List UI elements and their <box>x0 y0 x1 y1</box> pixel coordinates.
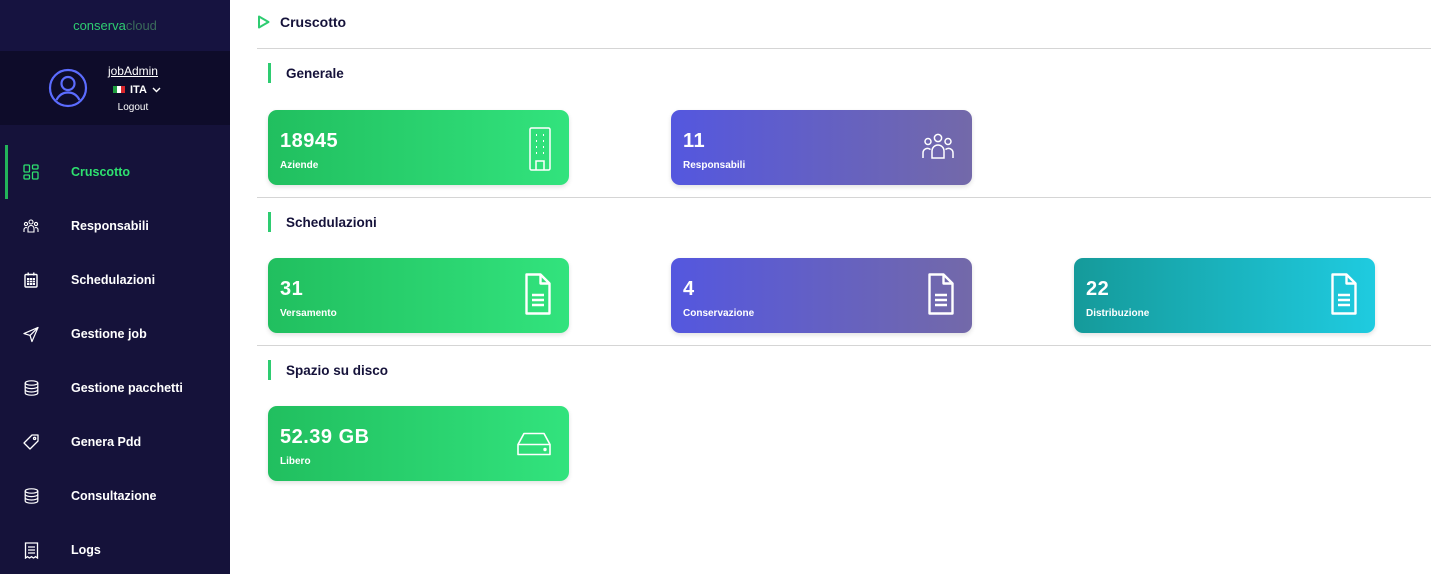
page-title: Cruscotto <box>280 14 347 30</box>
logout-link[interactable]: Logout <box>118 102 149 113</box>
card-label: Aziende <box>280 160 319 171</box>
send-icon <box>23 325 39 343</box>
document-icon <box>1331 273 1357 315</box>
sidebar-item-genera-pdd[interactable]: Genera Pdd <box>0 415 230 469</box>
card-responsabili[interactable]: 11 Responsabili <box>671 110 972 185</box>
sidebar-item-label: Schedulazioni <box>71 273 156 287</box>
card-spazio-libero[interactable]: 52.39 GB Libero <box>268 406 569 481</box>
section-divider <box>257 345 1431 346</box>
card-value: 11 <box>683 130 706 152</box>
card-value: 4 <box>683 278 695 300</box>
calendar-icon <box>23 271 39 289</box>
section-accent-bar <box>268 63 271 83</box>
sidebar-item-label: Gestione job <box>71 327 147 341</box>
card-conservazione[interactable]: 4 Conservazione <box>671 258 972 333</box>
sidebar-item-gestione-pacchetti[interactable]: Gestione pacchetti <box>0 361 230 415</box>
building-icon <box>529 127 551 171</box>
sidebar-item-responsabili[interactable]: Responsabili <box>0 199 230 253</box>
sidebar: conserva cloud jobAdmin ITA Logout Crusc… <box>0 0 230 574</box>
language-label: ITA <box>130 83 147 96</box>
section-title-spazio-disco: Spazio su disco <box>268 360 388 380</box>
card-versamento[interactable]: 31 Versamento <box>268 258 569 333</box>
sidebar-item-label: Cruscotto <box>71 165 131 179</box>
document-icon <box>928 273 954 315</box>
sidebar-item-schedulazioni[interactable]: Schedulazioni <box>0 253 230 307</box>
card-aziende[interactable]: 18945 Aziende <box>268 110 569 185</box>
sidebar-item-logs[interactable]: Logs <box>0 523 230 574</box>
section-title-schedulazioni: Schedulazioni <box>268 212 377 232</box>
sidebar-item-label: Logs <box>71 543 101 557</box>
brand-logo[interactable]: conserva cloud <box>0 0 230 51</box>
card-label: Conservazione <box>683 308 755 319</box>
sidebar-item-label: Responsabili <box>71 219 149 233</box>
card-label: Distribuzione <box>1086 308 1150 319</box>
receipt-icon <box>23 541 39 559</box>
chevron-down-icon <box>152 87 161 92</box>
section-title-text: Schedulazioni <box>286 214 377 230</box>
italy-flag-icon <box>113 86 125 93</box>
document-icon <box>525 273 551 315</box>
card-value: 31 <box>280 278 304 300</box>
section-title-text: Spazio su disco <box>286 362 389 378</box>
database-icon <box>23 487 39 505</box>
users-icon <box>23 217 39 235</box>
play-icon <box>258 15 270 29</box>
database-icon <box>23 379 39 397</box>
main-content: Cruscotto Generale 18945 Aziende 11 Resp… <box>230 0 1431 574</box>
user-panel: jobAdmin ITA Logout <box>0 51 230 125</box>
card-distribuzione[interactable]: 22 Distribuzione <box>1074 258 1375 333</box>
card-value: 18945 <box>280 130 339 152</box>
language-selector[interactable]: ITA <box>113 84 161 96</box>
brand-name-primary: conserva <box>73 18 126 33</box>
sidebar-item-cruscotto[interactable]: Cruscotto <box>0 145 230 199</box>
section-title-text: Generale <box>286 65 344 81</box>
brand-name-secondary: cloud <box>125 18 157 33</box>
section-accent-bar <box>268 360 271 380</box>
card-label: Versamento <box>280 308 337 319</box>
dashboard-icon <box>23 163 39 181</box>
sidebar-item-label: Consultazione <box>71 489 157 503</box>
card-value: 22 <box>1086 278 1110 300</box>
tag-icon <box>23 433 39 451</box>
harddisk-icon <box>517 432 551 456</box>
section-divider <box>257 197 1431 198</box>
card-label: Responsabili <box>683 160 746 171</box>
sidebar-item-label: Genera Pdd <box>71 435 142 449</box>
users-icon <box>922 133 954 159</box>
section-accent-bar <box>268 212 271 232</box>
header-divider <box>257 48 1431 49</box>
username-link[interactable]: jobAdmin <box>108 64 158 78</box>
avatar-icon[interactable] <box>48 68 88 108</box>
sidebar-item-gestione-job[interactable]: Gestione job <box>0 307 230 361</box>
sidebar-item-consultazione[interactable]: Consultazione <box>0 469 230 523</box>
section-title-generale: Generale <box>268 63 344 83</box>
sidebar-item-label: Gestione pacchetti <box>71 381 183 395</box>
page-header: Cruscotto <box>257 14 346 30</box>
card-value: 52.39 GB <box>280 426 370 448</box>
card-label: Libero <box>280 456 311 467</box>
